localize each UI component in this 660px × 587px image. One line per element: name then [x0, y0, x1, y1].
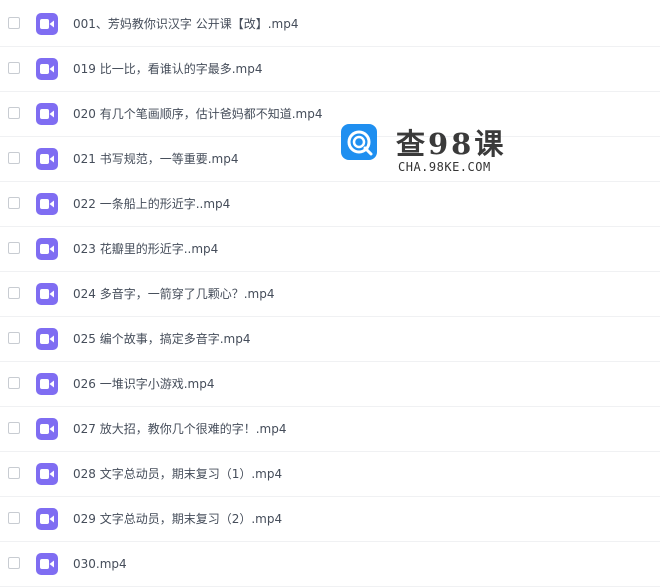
row-checkbox[interactable]: [8, 467, 20, 479]
video-file-icon: [36, 373, 58, 395]
search-logo-icon: [341, 124, 377, 164]
video-file-icon: [36, 193, 58, 215]
file-row[interactable]: 021 书写规范，一等重要.mp4: [0, 137, 660, 182]
file-name[interactable]: 029 文字总动员，期末复习（2）.mp4: [73, 510, 282, 528]
video-file-icon: [36, 103, 58, 125]
file-list: 001、芳妈教你识汉字 公开课【改】.mp4 019 比一比，看谁认的字最多.m…: [0, 0, 660, 587]
file-row[interactable]: 030.mp4: [0, 542, 660, 587]
file-name[interactable]: 001、芳妈教你识汉字 公开课【改】.mp4: [73, 15, 298, 33]
file-row[interactable]: 028 文字总动员，期末复习（1）.mp4: [0, 452, 660, 497]
row-checkbox[interactable]: [8, 332, 20, 344]
file-row[interactable]: 025 编个故事，搞定多音字.mp4: [0, 317, 660, 362]
file-name[interactable]: 022 一条船上的形近字..mp4: [73, 195, 230, 213]
file-name[interactable]: 027 放大招，教你几个很难的字！.mp4: [73, 420, 286, 438]
file-row[interactable]: 023 花瓣里的形近字..mp4: [0, 227, 660, 272]
video-file-icon: [36, 463, 58, 485]
file-name[interactable]: 023 花瓣里的形近字..mp4: [73, 240, 218, 258]
row-checkbox[interactable]: [8, 62, 20, 74]
watermark-title: 查98课: [396, 127, 507, 161]
file-row[interactable]: 024 多音字，一箭穿了几颗心？.mp4: [0, 272, 660, 317]
video-file-icon: [36, 553, 58, 575]
row-checkbox[interactable]: [8, 377, 20, 389]
video-file-icon: [36, 13, 58, 35]
file-row[interactable]: 001、芳妈教你识汉字 公开课【改】.mp4: [0, 2, 660, 47]
file-name[interactable]: 020 有几个笔画顺序，估计爸妈都不知道.mp4: [73, 105, 322, 123]
video-file-icon: [36, 418, 58, 440]
video-file-icon: [36, 328, 58, 350]
file-row[interactable]: 020 有几个笔画顺序，估计爸妈都不知道.mp4: [0, 92, 660, 137]
row-checkbox[interactable]: [8, 152, 20, 164]
watermark-url: CHA.98KE.COM: [398, 160, 491, 174]
watermark: 查98课 CHA.98KE.COM: [341, 121, 521, 181]
file-name[interactable]: 030.mp4: [73, 555, 127, 573]
row-checkbox[interactable]: [8, 422, 20, 434]
file-row[interactable]: 026 一堆识字小游戏.mp4: [0, 362, 660, 407]
row-checkbox[interactable]: [8, 287, 20, 299]
file-name[interactable]: 025 编个故事，搞定多音字.mp4: [73, 330, 250, 348]
row-checkbox[interactable]: [8, 107, 20, 119]
video-file-icon: [36, 508, 58, 530]
video-file-icon: [36, 148, 58, 170]
file-row[interactable]: 027 放大招，教你几个很难的字！.mp4: [0, 407, 660, 452]
file-row[interactable]: 022 一条船上的形近字..mp4: [0, 182, 660, 227]
row-checkbox[interactable]: [8, 17, 20, 29]
file-row[interactable]: 029 文字总动员，期末复习（2）.mp4: [0, 497, 660, 542]
file-name[interactable]: 024 多音字，一箭穿了几颗心？.mp4: [73, 285, 274, 303]
row-checkbox[interactable]: [8, 512, 20, 524]
row-checkbox[interactable]: [8, 557, 20, 569]
video-file-icon: [36, 283, 58, 305]
row-checkbox[interactable]: [8, 242, 20, 254]
file-name[interactable]: 021 书写规范，一等重要.mp4: [73, 150, 238, 168]
file-row[interactable]: 019 比一比，看谁认的字最多.mp4: [0, 47, 660, 92]
video-file-icon: [36, 238, 58, 260]
file-name[interactable]: 028 文字总动员，期末复习（1）.mp4: [73, 465, 282, 483]
file-name[interactable]: 019 比一比，看谁认的字最多.mp4: [73, 60, 262, 78]
video-file-icon: [36, 58, 58, 80]
row-checkbox[interactable]: [8, 197, 20, 209]
file-name[interactable]: 026 一堆识字小游戏.mp4: [73, 375, 214, 393]
